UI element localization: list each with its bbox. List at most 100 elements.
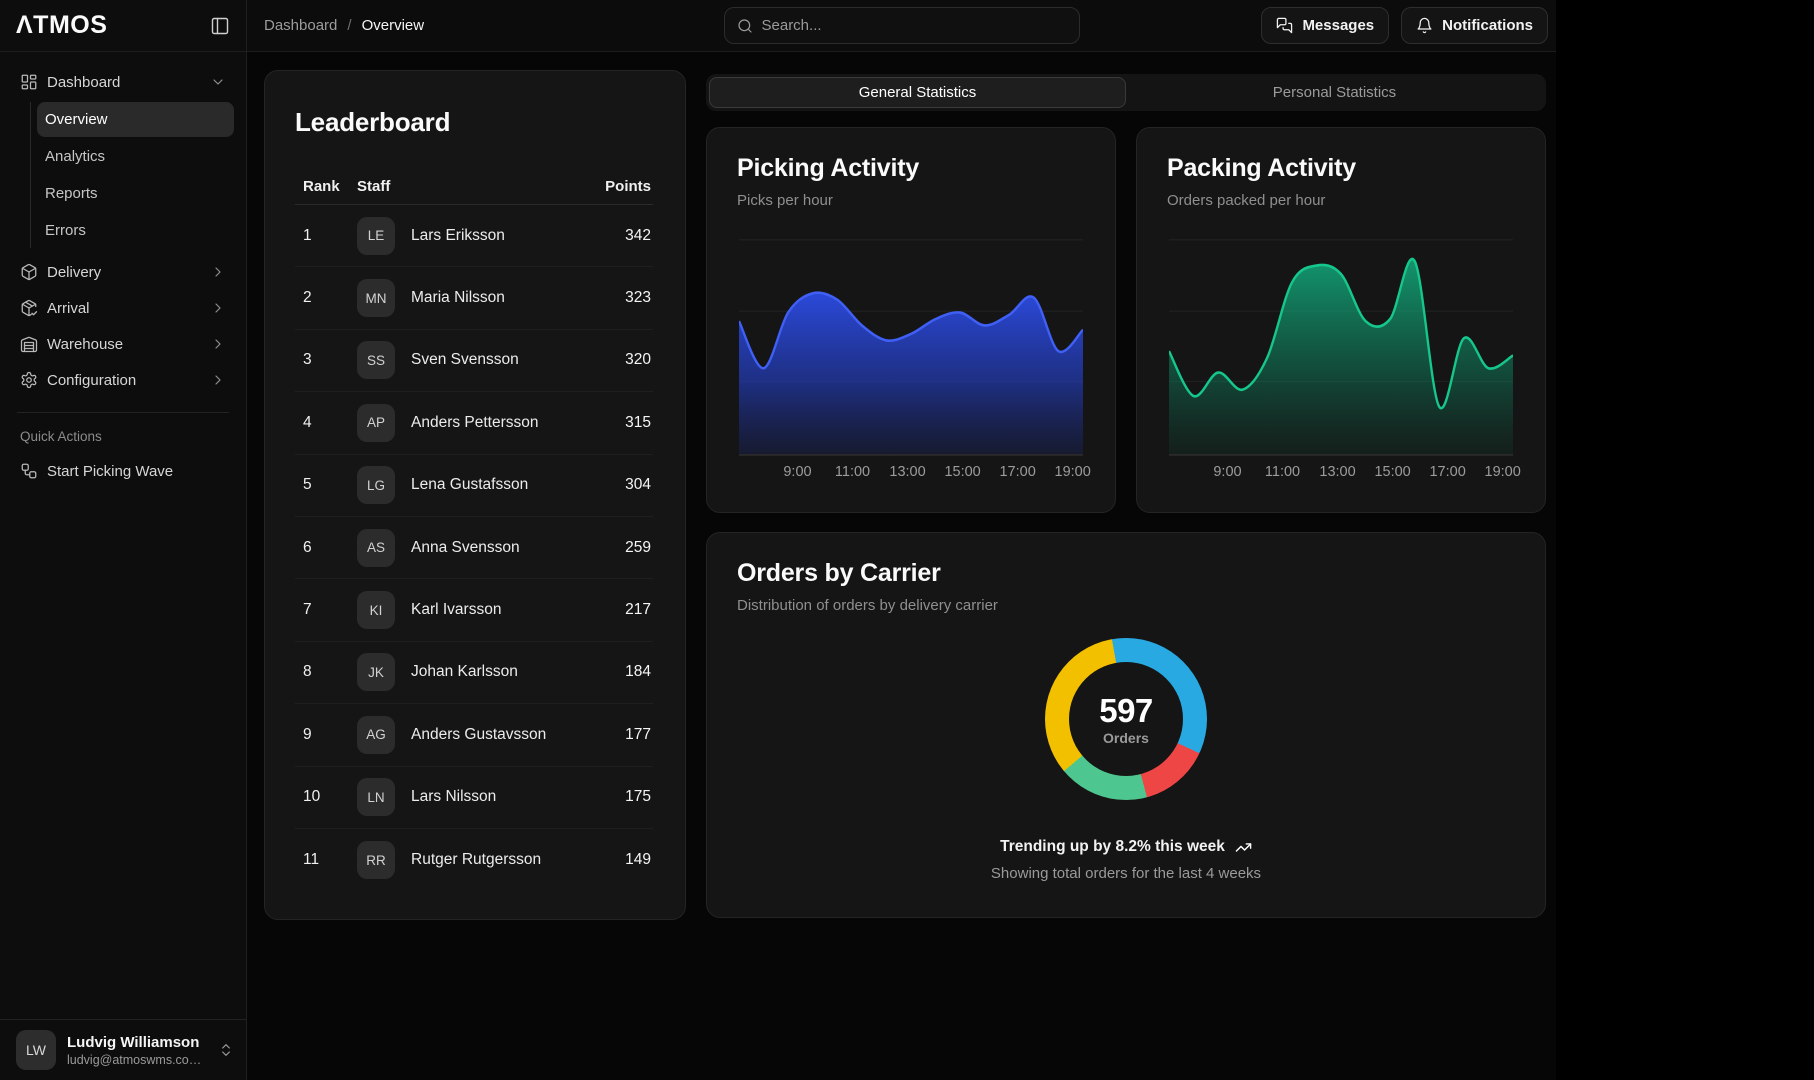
tab-general-statistics[interactable]: General Statistics xyxy=(709,77,1126,108)
points-cell: 323 xyxy=(625,289,651,307)
picking-chart: 9:0011:0013:0015:0017:0019:00 xyxy=(737,223,1085,486)
column-header-staff: Staff xyxy=(357,178,605,195)
leaderboard-title: Leaderboard xyxy=(295,107,653,138)
subnav-label: Overview xyxy=(45,111,108,128)
points-cell: 342 xyxy=(625,227,651,245)
leaderboard-rows: 1LELars Eriksson3422MNMaria Nilsson3233S… xyxy=(295,205,653,899)
messages-icon xyxy=(1276,17,1293,34)
sidebar-item-overview[interactable]: Overview xyxy=(37,102,234,137)
quick-actions-label: Quick Actions xyxy=(20,429,226,444)
tab-personal-statistics[interactable]: Personal Statistics xyxy=(1126,77,1543,108)
sidebar-item-reports[interactable]: Reports xyxy=(37,176,234,211)
sidebar-toggle-button[interactable] xyxy=(210,16,230,36)
breadcrumb-separator: / xyxy=(347,17,351,34)
staff-name: Anders Gustavsson xyxy=(411,726,546,744)
staff-name: Anna Svensson xyxy=(411,539,520,557)
points-cell: 259 xyxy=(625,539,651,557)
table-row: 4APAnders Pettersson315 xyxy=(295,392,653,454)
staff-name: Karl Ivarsson xyxy=(411,601,501,619)
start-picking-wave-button[interactable]: Start Picking Wave xyxy=(12,453,234,489)
x-tick-label: 17:00 xyxy=(1429,464,1465,480)
staff-avatar: KI xyxy=(357,591,395,629)
subnav-label: Reports xyxy=(45,185,98,202)
notifications-button[interactable]: Notifications xyxy=(1401,7,1548,44)
staff-cell: RRRutger Rutgersson xyxy=(357,841,625,879)
orders-total: 597 xyxy=(1099,692,1153,730)
points-cell: 217 xyxy=(625,601,651,619)
sidebar-item-delivery[interactable]: Delivery xyxy=(12,254,234,290)
search-icon xyxy=(737,18,753,34)
quick-action-label: Start Picking Wave xyxy=(47,463,173,480)
sidebar-item-label: Delivery xyxy=(47,264,101,281)
points-cell: 149 xyxy=(625,851,651,869)
x-tick-label: 19:00 xyxy=(1055,464,1091,480)
search-box xyxy=(724,7,1080,44)
staff-cell: JKJohan Karlsson xyxy=(357,653,625,691)
subnav-label: Analytics xyxy=(45,148,105,165)
carriers-title: Orders by Carrier xyxy=(737,559,1515,588)
points-cell: 184 xyxy=(625,663,651,681)
sidebar-item-configuration[interactable]: Configuration xyxy=(12,362,234,398)
staff-avatar: SS xyxy=(357,341,395,379)
panel-left-icon xyxy=(210,16,230,36)
staff-cell: MNMaria Nilsson xyxy=(357,279,625,317)
user-name: Ludvig Williamson xyxy=(67,1034,207,1051)
packing-activity-card: Packing Activity Orders packed per hour xyxy=(1136,127,1546,513)
search-input[interactable] xyxy=(762,17,1067,34)
staff-name: Anders Pettersson xyxy=(411,414,539,432)
rank-cell: 8 xyxy=(303,663,357,681)
orders-total-label: Orders xyxy=(1103,730,1149,746)
x-tick-label: 19:00 xyxy=(1485,464,1521,480)
table-row: 1LELars Eriksson342 xyxy=(295,205,653,267)
sidebar-item-arrival[interactable]: Arrival xyxy=(12,290,234,326)
staff-avatar: AG xyxy=(357,716,395,754)
topbar: Dashboard / Overview Messages Notificati… xyxy=(247,0,1556,52)
x-tick-label: 9:00 xyxy=(783,464,811,480)
packing-title: Packing Activity xyxy=(1167,154,1515,183)
messages-button[interactable]: Messages xyxy=(1261,7,1389,44)
sidebar-item-dashboard[interactable]: Dashboard xyxy=(12,64,234,100)
breadcrumb-parent[interactable]: Dashboard xyxy=(264,17,337,34)
breadcrumb: Dashboard / Overview xyxy=(264,17,424,34)
staff-avatar: LN xyxy=(357,778,395,816)
x-tick-label: 17:00 xyxy=(999,464,1035,480)
points-cell: 320 xyxy=(625,351,651,369)
sidebar-item-warehouse[interactable]: Warehouse xyxy=(12,326,234,362)
sidebar-item-label: Dashboard xyxy=(47,74,120,91)
rank-cell: 7 xyxy=(303,601,357,619)
picking-title: Picking Activity xyxy=(737,154,1085,183)
charts-row: Picking Activity Picks per hour xyxy=(706,127,1546,513)
sidebar-nav: Dashboard Overview Analytics Reports Err… xyxy=(0,52,246,1019)
topbar-actions: Messages Notifications xyxy=(1261,7,1548,44)
user-menu[interactable]: LW Ludvig Williamson ludvig@atmoswms.co… xyxy=(0,1019,246,1080)
bell-icon xyxy=(1416,17,1433,34)
staff-avatar: LG xyxy=(357,466,395,504)
orders-by-carrier-card: Orders by Carrier Distribution of orders… xyxy=(706,532,1546,918)
sidebar-item-label: Arrival xyxy=(47,300,90,317)
packing-subtitle: Orders packed per hour xyxy=(1167,192,1515,209)
column-header-points: Points xyxy=(605,178,651,195)
staff-cell: APAnders Pettersson xyxy=(357,404,625,442)
rank-cell: 2 xyxy=(303,289,357,307)
staff-name: Sven Svensson xyxy=(411,351,519,369)
sidebar-item-errors[interactable]: Errors xyxy=(37,213,234,248)
chevron-right-icon xyxy=(210,264,226,280)
picking-area-chart xyxy=(739,229,1083,456)
rank-cell: 6 xyxy=(303,539,357,557)
sidebar-item-analytics[interactable]: Analytics xyxy=(37,139,234,174)
rank-cell: 11 xyxy=(303,851,357,869)
table-row: 7KI Karl Ivarsson 217 xyxy=(295,579,653,641)
staff-cell: SS Sven Svensson xyxy=(357,341,625,379)
picking-subtitle: Picks per hour xyxy=(737,192,1085,209)
sidebar-item-label: Configuration xyxy=(47,372,136,389)
rank-cell: 9 xyxy=(303,726,357,744)
points-cell: 304 xyxy=(625,476,651,494)
app-logo: ΛTMOS xyxy=(16,11,107,40)
content: Leaderboard Rank Staff Points 1LELars Er… xyxy=(247,52,1556,1080)
x-tick-label: 9:00 xyxy=(1213,464,1241,480)
statistics-tabs: General Statistics Personal Statistics xyxy=(706,74,1546,111)
staff-name: Lars Nilsson xyxy=(411,788,496,806)
rank-cell: 10 xyxy=(303,788,357,806)
avatar: LW xyxy=(16,1030,56,1070)
table-row: 2MNMaria Nilsson323 xyxy=(295,267,653,329)
